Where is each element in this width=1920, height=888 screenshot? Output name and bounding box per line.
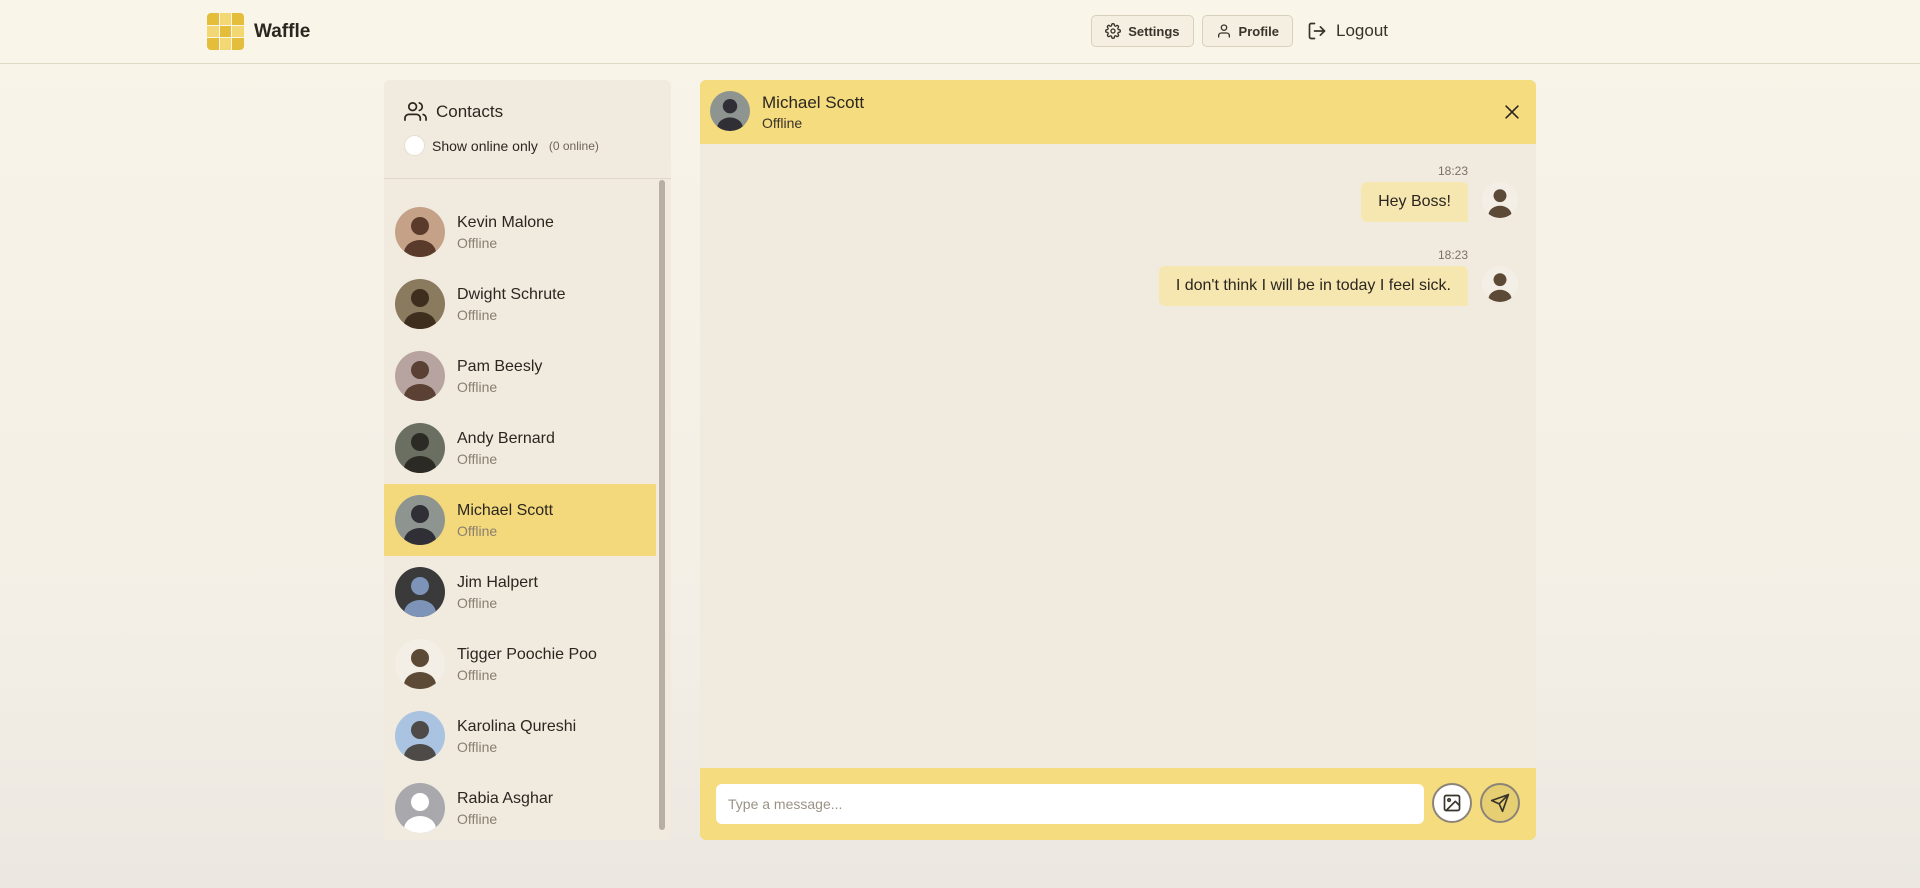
scrollbar-thumb[interactable] bbox=[659, 180, 665, 830]
avatar-image bbox=[395, 279, 445, 329]
avatar-image bbox=[395, 351, 445, 401]
contact-item-kevin-malone[interactable]: Kevin Malone Offline bbox=[384, 196, 656, 268]
contact-name: Karolina Qureshi bbox=[457, 717, 577, 735]
contact-status: Offline bbox=[457, 450, 498, 467]
contact-status: Offline bbox=[457, 234, 498, 251]
contact-item-karolina-qureshi[interactable]: Karolina Qureshi Offline bbox=[384, 700, 656, 772]
contact-name: Tigger Poochie Poo bbox=[457, 645, 597, 663]
avatar bbox=[395, 495, 445, 545]
contacts-sidebar: Contacts Show online only (0 online) Kev… bbox=[384, 80, 671, 840]
online-only-label: Show online only bbox=[432, 137, 538, 154]
avatar-image bbox=[395, 639, 445, 689]
message-input[interactable] bbox=[716, 784, 1424, 824]
contact-item-michael-scott[interactable]: Michael Scott Offline bbox=[384, 484, 656, 556]
image-icon bbox=[1443, 794, 1461, 812]
avatar bbox=[395, 711, 445, 761]
contact-name: Andy Bernard bbox=[457, 429, 555, 447]
contact-item-pam-beesly[interactable]: Pam Beesly Offline bbox=[384, 340, 656, 412]
message-bubble: Hey Boss! bbox=[1361, 182, 1468, 222]
contact-item-rabia-asghar[interactable]: Rabia Asghar Offline bbox=[384, 772, 656, 840]
avatar-image bbox=[1482, 266, 1518, 302]
avatar bbox=[395, 351, 445, 401]
attach-image-button[interactable] bbox=[1432, 783, 1472, 823]
contacts-divider bbox=[384, 178, 671, 179]
contacts-header: Contacts bbox=[404, 100, 503, 123]
settings-button[interactable]: Settings bbox=[1091, 15, 1194, 47]
settings-label: Settings bbox=[1128, 23, 1180, 39]
close-icon bbox=[1505, 105, 1519, 119]
chat-contact-avatar bbox=[710, 91, 750, 131]
contact-name: Michael Scott bbox=[457, 501, 554, 519]
contact-name: Dwight Schrute bbox=[457, 285, 566, 303]
profile-label: Profile bbox=[1238, 23, 1279, 39]
send-button[interactable] bbox=[1480, 783, 1520, 823]
avatar bbox=[395, 783, 445, 833]
message: Hey Boss! bbox=[1361, 182, 1518, 222]
show-online-only-toggle[interactable]: Show online only (0 online) bbox=[404, 135, 599, 156]
avatar-image bbox=[710, 91, 750, 131]
contact-status: Offline bbox=[457, 522, 498, 539]
logout-label: Logout bbox=[1336, 21, 1388, 40]
user-icon bbox=[1217, 24, 1230, 38]
contact-status: Offline bbox=[457, 738, 498, 755]
sender-avatar bbox=[1482, 266, 1518, 302]
sender-avatar bbox=[1482, 182, 1518, 218]
avatar bbox=[395, 639, 445, 689]
logout-icon bbox=[1308, 22, 1326, 40]
app-name: Waffle bbox=[254, 20, 311, 42]
chat-contact-status: Offline bbox=[762, 115, 803, 131]
avatar-image bbox=[395, 783, 445, 833]
message: I don't think I will be in today I feel … bbox=[1158, 266, 1518, 306]
contact-name: Kevin Malone bbox=[457, 213, 554, 231]
contact-name: Rabia Asghar bbox=[457, 789, 554, 807]
profile-button[interactable]: Profile bbox=[1201, 15, 1293, 47]
contact-item-andy-bernard[interactable]: Andy Bernard Offline bbox=[384, 412, 656, 484]
message-time: 18:23 bbox=[1437, 164, 1468, 178]
contact-name: Jim Halpert bbox=[457, 573, 538, 591]
chat-contact-name: Michael Scott bbox=[762, 93, 865, 112]
avatar bbox=[395, 423, 445, 473]
avatar-image bbox=[1482, 182, 1518, 218]
avatar bbox=[395, 207, 445, 257]
avatar-image bbox=[395, 495, 445, 545]
chat-header: Michael Scott Offline bbox=[700, 80, 1536, 144]
logout-button[interactable]: Logout bbox=[1301, 21, 1394, 41]
contact-list: Kevin Malone Offline Dwight Schrute Offlin… bbox=[384, 196, 656, 840]
message-time: 18:23 bbox=[1437, 248, 1468, 262]
message-bubble: I don't think I will be in today I feel … bbox=[1158, 266, 1468, 306]
contact-name: Pam Beesly bbox=[457, 357, 543, 375]
contact-item-tigger-poochie-poo[interactable]: Tigger Poochie Poo Offline bbox=[384, 628, 656, 700]
send-icon bbox=[1490, 793, 1510, 813]
message-composer bbox=[700, 768, 1536, 840]
avatar-image bbox=[395, 567, 445, 617]
contacts-title: Contacts bbox=[436, 101, 504, 121]
contact-status: Offline bbox=[457, 378, 498, 395]
brand[interactable]: Waffle bbox=[207, 13, 310, 50]
online-count: (0 online) bbox=[548, 138, 599, 153]
contact-status: Offline bbox=[457, 810, 498, 827]
gear-icon bbox=[1105, 23, 1122, 39]
users-icon bbox=[404, 102, 427, 121]
contact-item-jim-halpert[interactable]: Jim Halpert Offline bbox=[384, 556, 656, 628]
close-chat-button[interactable] bbox=[1502, 102, 1522, 122]
avatar-image bbox=[395, 711, 445, 761]
top-navigation-bar: Waffle Settings Profile Logout bbox=[0, 0, 1920, 64]
contact-status: Offline bbox=[457, 594, 498, 611]
contact-status: Offline bbox=[457, 666, 498, 683]
contact-status: Offline bbox=[457, 306, 498, 323]
avatar-image bbox=[395, 423, 445, 473]
message-list: 18:23 Hey Boss! 18:23 I don't think I wi… bbox=[700, 144, 1536, 768]
avatar-image bbox=[395, 207, 445, 257]
avatar bbox=[395, 279, 445, 329]
contact-item-dwight-schrute[interactable]: Dwight Schrute Offline bbox=[384, 268, 656, 340]
header-actions: Settings Profile Logout bbox=[1091, 15, 1394, 47]
chat-panel: Michael Scott Offline 18:23 Hey Boss! 18… bbox=[700, 80, 1536, 840]
contacts-scrollbar[interactable] bbox=[659, 180, 667, 835]
online-only-checkbox[interactable] bbox=[404, 135, 425, 156]
waffle-logo-icon bbox=[207, 13, 244, 50]
avatar bbox=[395, 567, 445, 617]
